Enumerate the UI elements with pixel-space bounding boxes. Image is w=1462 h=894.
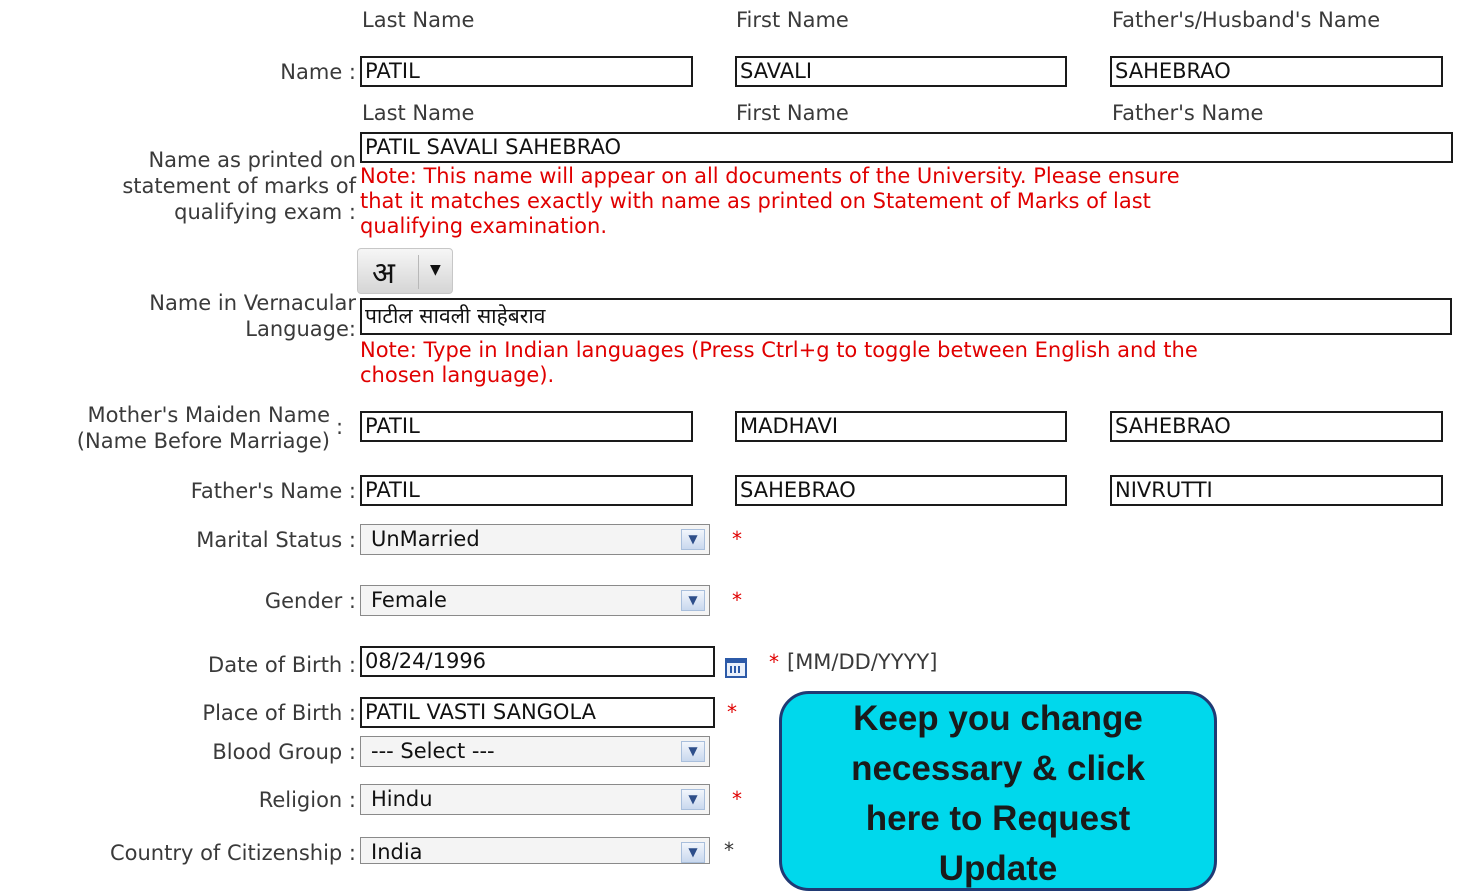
religion-label: Religion : bbox=[258, 788, 356, 812]
blood-group-select[interactable]: --- Select --- ▼ bbox=[360, 736, 710, 767]
header-last-name-2: Last Name bbox=[362, 101, 475, 125]
father-name-label: Father's Name : bbox=[190, 479, 356, 503]
place-of-birth-label: Place of Birth : bbox=[202, 701, 356, 725]
dob-label: Date of Birth : bbox=[208, 653, 356, 677]
marital-status-select[interactable]: UnMarried ▼ bbox=[360, 524, 710, 555]
gender-label: Gender : bbox=[264, 589, 356, 613]
father-first-name-input[interactable]: SAHEBRAO bbox=[735, 475, 1067, 506]
blood-group-label: Blood Group : bbox=[212, 740, 356, 764]
chevron-down-icon: ▼ bbox=[430, 262, 441, 278]
father-last-name-input[interactable]: PATIL bbox=[360, 475, 693, 506]
vernacular-note: Note: Type in Indian languages (Press Ct… bbox=[360, 338, 1198, 387]
printed-name-note: Note: This name will appear on all docum… bbox=[360, 164, 1180, 238]
citizenship-select[interactable]: India ▼ bbox=[360, 837, 710, 864]
dob-input[interactable]: 08/24/1996 bbox=[360, 646, 715, 677]
father-husband-name-input[interactable]: SAHEBRAO bbox=[1110, 56, 1443, 87]
mother-maiden-name-label: Mother's Maiden Name (Name Before Marria… bbox=[76, 403, 330, 453]
mother-father-name-input[interactable]: SAHEBRAO bbox=[1110, 411, 1443, 442]
citizenship-required: * bbox=[724, 838, 734, 862]
marital-status-value: UnMarried bbox=[371, 527, 480, 551]
language-toggle-icon: अ bbox=[372, 256, 395, 291]
vernacular-name-input[interactable]: पाटील सावली साहेबराव bbox=[360, 298, 1452, 335]
place-of-birth-input[interactable]: PATIL VASTI SANGOLA bbox=[360, 697, 715, 728]
dob-format-hint: [MM/DD/YYYY] bbox=[787, 650, 938, 674]
dropdown-arrow-icon[interactable]: ▼ bbox=[681, 590, 705, 611]
printed-name-input[interactable]: PATIL SAVALI SAHEBRAO bbox=[360, 132, 1453, 163]
religion-required: * bbox=[732, 787, 742, 811]
header-last-name: Last Name bbox=[362, 8, 475, 32]
blood-group-value: --- Select --- bbox=[371, 739, 495, 763]
mother-last-name-input[interactable]: PATIL bbox=[360, 411, 693, 442]
gender-value: Female bbox=[371, 588, 447, 612]
name-label: Name : bbox=[280, 60, 356, 84]
gender-select[interactable]: Female ▼ bbox=[360, 585, 710, 616]
gender-required: * bbox=[732, 588, 742, 612]
place-of-birth-required: * bbox=[727, 700, 737, 724]
mother-first-name-input[interactable]: MADHAVI bbox=[735, 411, 1067, 442]
marital-status-label: Marital Status : bbox=[196, 528, 356, 552]
marital-status-required: * bbox=[732, 527, 742, 551]
dropdown-arrow-icon[interactable]: ▼ bbox=[681, 741, 705, 762]
header-first-name-2: First Name bbox=[736, 101, 849, 125]
dropdown-arrow-icon[interactable]: ▼ bbox=[681, 842, 705, 863]
calendar-icon[interactable] bbox=[725, 658, 747, 678]
header-father-name-2: Father's Name bbox=[1112, 101, 1264, 125]
father-father-name-input[interactable]: NIVRUTTI bbox=[1110, 475, 1443, 506]
request-update-callout[interactable]: Keep you change necessary & click here t… bbox=[779, 691, 1217, 891]
citizenship-label: Country of Citizenship : bbox=[109, 841, 356, 865]
language-toggle-separator bbox=[418, 255, 419, 289]
first-name-input[interactable]: SAVALI bbox=[735, 56, 1067, 87]
printed-name-label: Name as printed on statement of marks of… bbox=[122, 148, 356, 224]
language-toggle-button[interactable]: अ ▼ bbox=[357, 248, 453, 294]
religion-select[interactable]: Hindu ▼ bbox=[360, 784, 710, 815]
mother-maiden-name-colon: : bbox=[336, 415, 344, 439]
dob-required: * bbox=[769, 650, 779, 674]
dropdown-arrow-icon[interactable]: ▼ bbox=[681, 789, 705, 810]
dropdown-arrow-icon[interactable]: ▼ bbox=[681, 529, 705, 550]
citizenship-value: India bbox=[371, 840, 423, 864]
last-name-input[interactable]: PATIL bbox=[360, 56, 693, 87]
header-father-husband-name: Father's/Husband's Name bbox=[1112, 8, 1381, 32]
religion-value: Hindu bbox=[371, 787, 433, 811]
header-first-name: First Name bbox=[736, 8, 849, 32]
vernacular-name-label: Name in Vernacular Language: bbox=[149, 291, 356, 341]
